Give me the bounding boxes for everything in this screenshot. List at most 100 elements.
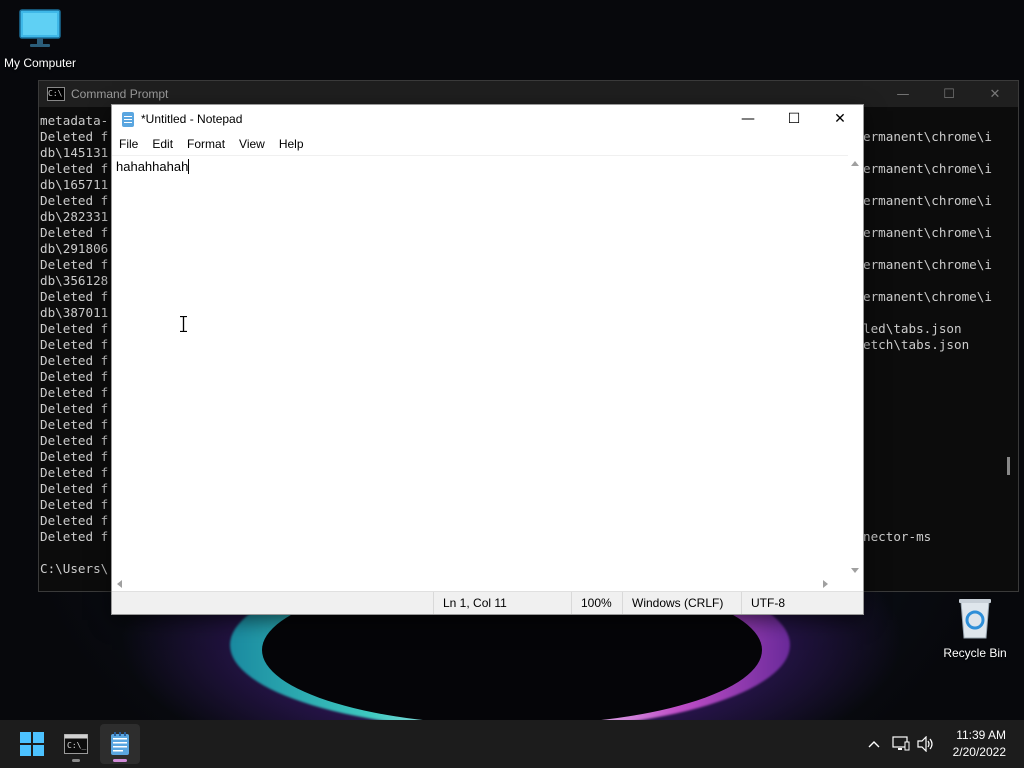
cmd-line	[863, 465, 992, 481]
cmd-line: Deleted f	[40, 257, 109, 272]
ibeam-cursor-icon	[180, 316, 187, 332]
cmd-output-right: ermanent\chrome\i ermanent\chrome\i erma…	[863, 113, 992, 545]
menu-edit[interactable]: Edit	[145, 137, 180, 151]
cmd-line: Deleted f	[40, 321, 109, 336]
cmd-line: ermanent\chrome\i	[863, 257, 992, 272]
volume-tray-button[interactable]	[915, 720, 937, 768]
taskbar-notepad[interactable]	[100, 724, 140, 764]
cmd-line: Deleted f	[40, 497, 109, 512]
notepad-icon	[122, 111, 134, 127]
cmd-line	[863, 353, 992, 369]
cmd-minimize-button[interactable]: —	[880, 81, 926, 107]
cmd-line	[863, 417, 992, 433]
cmd-line: ermanent\chrome\i	[863, 193, 992, 208]
notepad-close-button[interactable]: ✕	[817, 105, 863, 133]
terminal-icon: C:\	[47, 87, 65, 101]
desktop-icon-my-computer[interactable]: My Computer	[0, 8, 80, 70]
cmd-line	[863, 513, 992, 529]
cmd-line: Deleted f	[40, 193, 109, 208]
notepad-title: *Untitled - Notepad	[141, 112, 243, 126]
cmd-close-button[interactable]: ✕	[972, 81, 1018, 107]
show-hidden-icons-button[interactable]	[863, 720, 885, 768]
cmd-line	[863, 145, 992, 161]
cmd-line: Deleted f	[40, 465, 109, 480]
notepad-maximize-button[interactable]: ☐	[771, 105, 817, 133]
notepad-horizontal-scrollbar[interactable]	[112, 577, 848, 591]
notepad-window[interactable]: *Untitled - Notepad — ☐ ✕ File Edit Form…	[112, 105, 863, 614]
cmd-line	[863, 497, 992, 513]
notepad-status-bar: Ln 1, Col 11 100% Windows (CRLF) UTF-8	[112, 591, 863, 614]
monitor-icon	[19, 9, 61, 47]
notepad-text: hahahhahah	[116, 159, 189, 174]
network-tray-button[interactable]	[890, 720, 912, 768]
chevron-up-icon	[868, 741, 880, 748]
cmd-line: Deleted f	[40, 401, 109, 416]
cmd-line	[863, 209, 992, 225]
cmd-line: Deleted f	[40, 513, 109, 528]
cmd-line: ermanent\chrome\i	[863, 129, 992, 144]
menu-view[interactable]: View	[232, 137, 272, 151]
cmd-line: db\145131	[40, 145, 109, 160]
menu-help[interactable]: Help	[272, 137, 311, 151]
cmd-line: ermanent\chrome\i	[863, 225, 992, 240]
cmd-line	[863, 273, 992, 289]
cmd-line: Deleted f	[40, 385, 109, 400]
cmd-line: C:\Users\	[40, 561, 109, 576]
status-position: Ln 1, Col 11	[433, 592, 571, 614]
cmd-line: ermanent\chrome\i	[863, 289, 992, 304]
cmd-line: Deleted f	[40, 337, 109, 352]
cmd-line	[863, 385, 992, 401]
cmd-line: db\282331	[40, 209, 109, 224]
cmd-scrollbar-thumb[interactable]	[1007, 457, 1010, 475]
cmd-line	[863, 433, 992, 449]
active-indicator	[113, 759, 127, 762]
cmd-line: db\387011	[40, 305, 109, 320]
cmd-line: db\356128	[40, 273, 109, 288]
cmd-line: Deleted f	[40, 129, 109, 144]
cmd-line	[863, 113, 992, 129]
menu-format[interactable]: Format	[180, 137, 232, 151]
desktop-icon-label: My Computer	[3, 56, 77, 70]
cmd-line: Deleted f	[40, 417, 109, 432]
desktop-icon-label: Recycle Bin	[943, 646, 1007, 660]
network-icon	[892, 736, 910, 751]
cmd-maximize-button[interactable]: ☐	[926, 81, 972, 107]
start-button[interactable]	[12, 724, 52, 764]
cmd-line	[863, 401, 992, 417]
desktop-icon-recycle-bin[interactable]: Recycle Bin	[935, 596, 1015, 660]
speaker-icon	[917, 736, 933, 752]
taskbar: C:\_ 11:39 AM 2/20/2022	[0, 720, 1024, 768]
status-line-ending: Windows (CRLF)	[622, 592, 741, 614]
cmd-line	[863, 449, 992, 465]
cmd-line	[863, 241, 992, 257]
recycle-bin-icon	[959, 599, 991, 639]
scroll-up-arrow-icon[interactable]	[851, 161, 859, 166]
cmd-line: Deleted f	[40, 225, 109, 240]
taskbar-command-prompt[interactable]: C:\_	[56, 724, 96, 764]
cmd-line: nector-ms	[863, 529, 932, 544]
cmd-line	[863, 177, 992, 193]
cmd-line: db\291806	[40, 241, 109, 256]
menu-file[interactable]: File	[112, 137, 145, 151]
scroll-down-arrow-icon[interactable]	[851, 568, 859, 573]
cmd-line	[863, 369, 992, 385]
cmd-line: Deleted f	[40, 369, 109, 384]
cmd-line: Deleted f	[40, 433, 109, 448]
notepad-text-area[interactable]: hahahhahah	[112, 155, 848, 575]
cmd-line: ermanent\chrome\i	[863, 161, 992, 176]
cmd-line: Deleted f	[40, 161, 109, 176]
scroll-left-arrow-icon[interactable]	[117, 580, 122, 588]
cmd-line: Deleted f	[40, 449, 109, 464]
cmd-line	[863, 305, 992, 321]
cmd-line: Deleted f	[40, 529, 109, 544]
notepad-minimize-button[interactable]: —	[725, 105, 771, 133]
running-indicator	[72, 759, 80, 762]
scroll-right-arrow-icon[interactable]	[823, 580, 828, 588]
notepad-vertical-scrollbar[interactable]	[848, 155, 863, 579]
cmd-line: etch\tabs.json	[863, 337, 970, 352]
cmd-output-left: metadata- Deleted f db\145131 Deleted f db\1…	[40, 113, 108, 577]
cmd-line: led\tabs.json	[863, 321, 962, 336]
cmd-titlebar[interactable]: C:\ Command Prompt	[39, 81, 1018, 107]
taskbar-clock[interactable]: 11:39 AM 2/20/2022	[953, 727, 1006, 761]
cmd-line: db\165711	[40, 177, 109, 192]
